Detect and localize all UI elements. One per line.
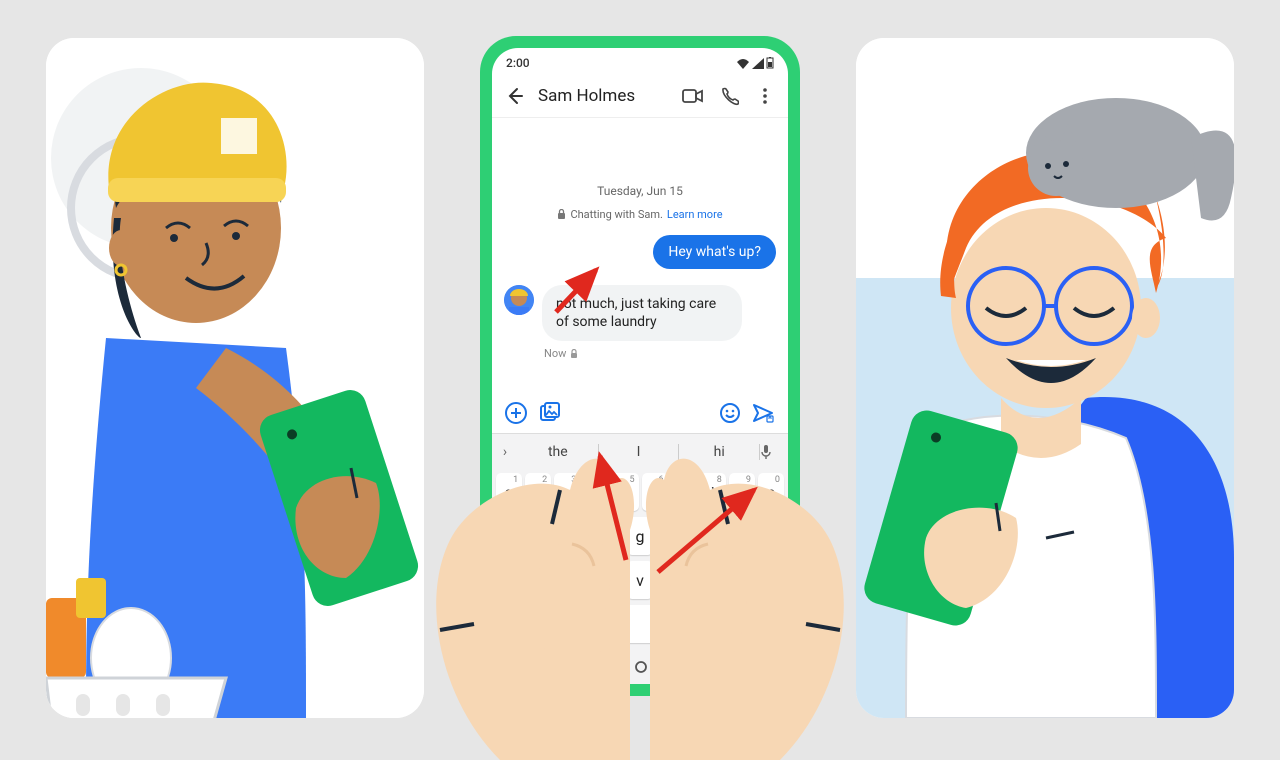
character-left-illustration [46,38,424,718]
lock-icon [570,349,578,359]
encryption-notice: Chatting with Sam. Learn more [504,208,776,221]
back-button[interactable] [502,83,528,109]
message-timestamp: Now [544,347,776,360]
battery-icon [766,57,774,69]
status-time: 2:00 [506,56,530,70]
signal-icon [752,58,764,69]
encryption-text: Chatting with Sam. [570,208,662,221]
chat-area[interactable]: Tuesday, Jun 15 Chatting with Sam. Learn… [492,118,788,393]
character-right-illustration [856,38,1234,718]
date-stamp: Tuesday, Jun 15 [504,184,776,198]
left-thumb [530,530,620,660]
wifi-icon [736,58,750,69]
app-bar: Sam Holmes [492,74,788,118]
voice-call-button[interactable] [716,83,742,109]
contact-name[interactable]: Sam Holmes [538,86,670,106]
status-icons [736,57,774,69]
incoming-message-row: not much, just taking care of some laund… [504,285,776,341]
right-character-card [856,38,1234,718]
lock-icon [557,209,566,220]
left-character-card [46,38,424,718]
more-options-button[interactable] [752,83,778,109]
outgoing-message[interactable]: Hey what's up? [653,235,776,269]
incoming-message[interactable]: not much, just taking care of some laund… [542,285,742,341]
right-thumb [660,530,750,660]
contact-avatar[interactable] [504,285,534,315]
video-call-button[interactable] [680,83,706,109]
encryption-learn-more-link[interactable]: Learn more [667,208,723,221]
status-bar: 2:00 [492,48,788,74]
timestamp-label: Now [544,347,566,360]
